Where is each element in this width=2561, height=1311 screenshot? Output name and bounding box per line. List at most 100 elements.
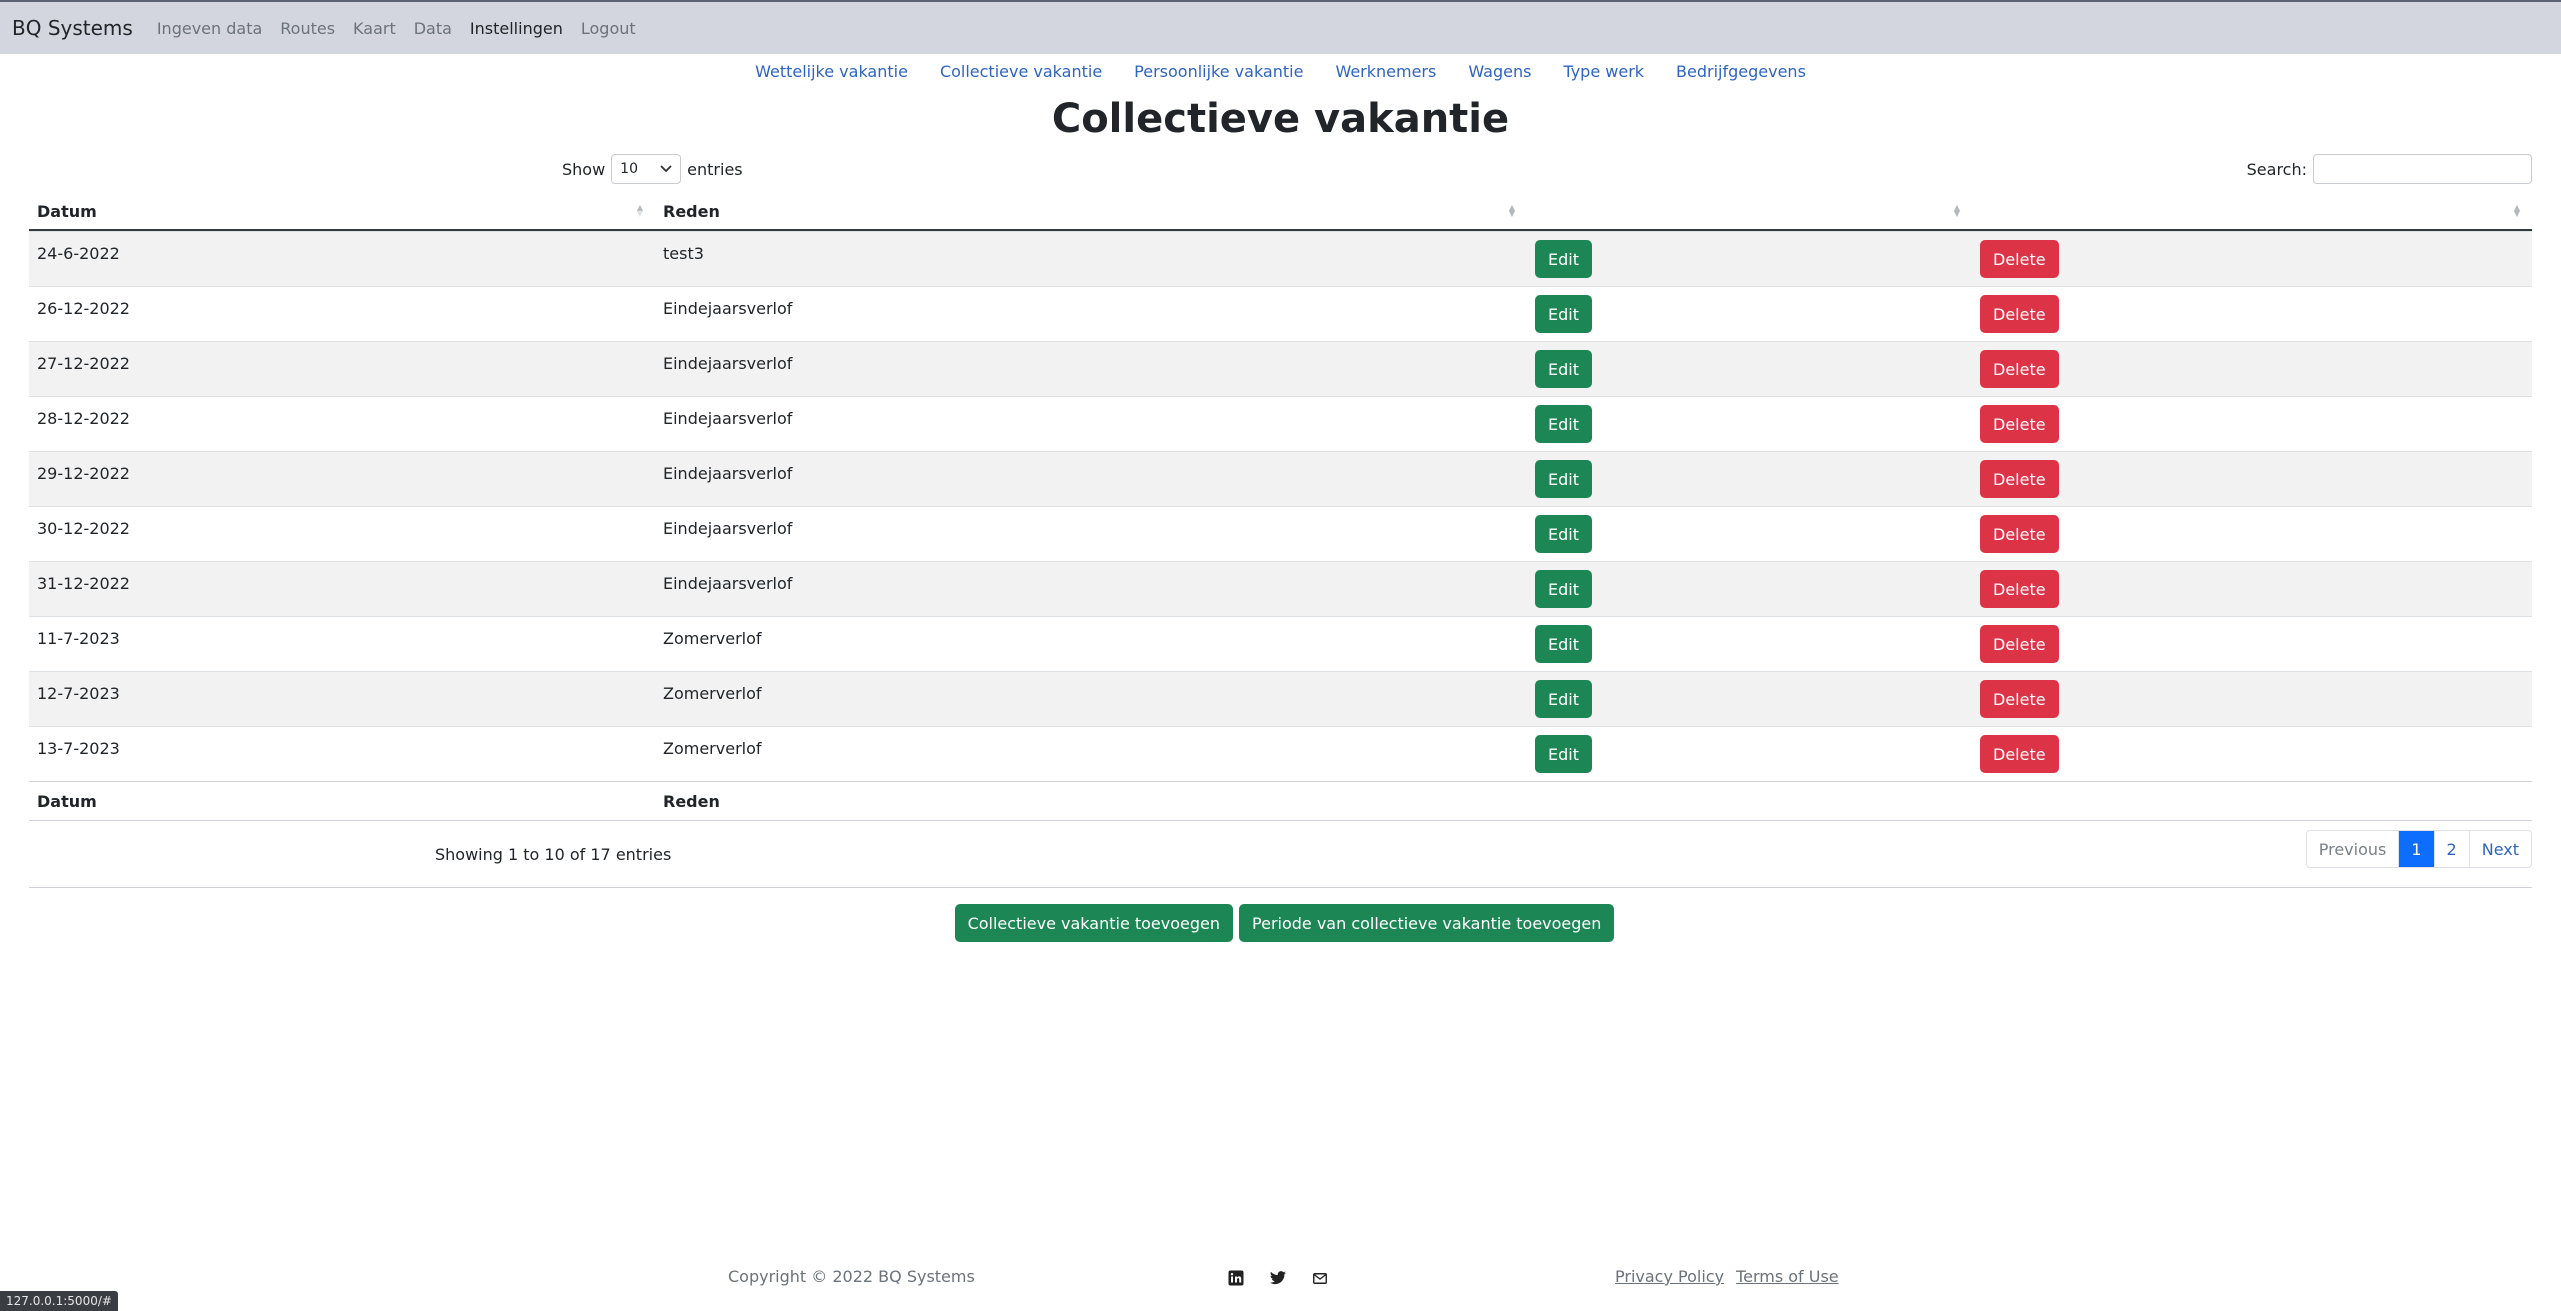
row-reason: Zomerverlof [663,739,762,758]
row-date: 29-12-2022 [37,464,130,483]
delete-button[interactable]: Delete [1980,405,2059,443]
nav-logout[interactable]: Logout [581,19,636,38]
edit-button[interactable]: Edit [1535,460,1592,498]
twitter-icon[interactable] [1270,1270,1286,1286]
edit-button[interactable]: Edit [1535,295,1592,333]
row-reason: Zomerverlof [663,684,762,703]
nav-ingeven-data[interactable]: Ingeven data [157,19,262,38]
delete-button[interactable]: Delete [1980,570,2059,608]
search-input[interactable] [2313,154,2532,184]
show-label: Show [562,159,606,179]
sort-icon: ▲ ▼ [1953,203,1960,218]
footer-reden: Reden [663,791,720,811]
header-reden[interactable]: Reden ▲ ▼ [655,202,1527,221]
edit-button[interactable]: Edit [1535,515,1592,553]
search-label: Search: [2246,159,2307,179]
delete-button[interactable]: Delete [1980,295,2059,333]
nav-instellingen[interactable]: Instellingen [470,19,563,38]
edit-button[interactable]: Edit [1535,240,1592,278]
row-reason: Eindejaarsverlof [663,574,793,593]
table-row: 29-12-2022 Eindejaarsverlof Edit Delete [29,451,2532,506]
add-collective-vacation-button[interactable]: Collectieve vakantie toevoegen [954,904,1234,942]
settings-subnav: Wettelijke vakantie Collectieve vakantie… [0,62,2561,86]
pagination-next[interactable]: Next [2468,831,2531,867]
row-reason: Eindejaarsverlof [663,299,793,318]
header-datum[interactable]: Datum ▲ ▼ [29,202,655,221]
sort-asc-icon: ▲ ▼ [636,203,643,218]
row-date: 24-6-2022 [37,244,120,263]
subnav-collectieve-vakantie[interactable]: Collectieve vakantie [940,62,1102,86]
brand-logo[interactable]: BQ Systems [12,16,133,40]
terms-of-use-link[interactable]: Terms of Use [1736,1267,1839,1286]
edit-button[interactable]: Edit [1535,735,1592,773]
subnav-bedrijfgegevens[interactable]: Bedrijfgegevens [1676,62,1806,86]
table-footer: Datum Reden [29,781,2532,821]
entries-select-value: 10 [620,161,638,177]
pagination-previous[interactable]: Previous [2307,831,2399,867]
delete-button[interactable]: Delete [1980,735,2059,773]
table-info: Showing 1 to 10 of 17 entries [435,845,672,864]
action-buttons: Collectieve vakantie toevoegen Periode v… [0,904,2561,942]
top-navbar: BQ Systems Ingeven data Routes Kaart Dat… [0,0,2561,54]
status-bar-url: 127.0.0.1:5000/# [0,1291,118,1311]
row-date: 28-12-2022 [37,409,130,428]
nav-routes[interactable]: Routes [280,19,335,38]
delete-button[interactable]: Delete [1980,515,2059,553]
table-row: 13-7-2023 Zomerverlof Edit Delete [29,726,2532,781]
row-date: 11-7-2023 [37,629,120,648]
mail-icon[interactable] [1312,1270,1328,1286]
edit-button[interactable]: Edit [1535,405,1592,443]
edit-button[interactable]: Edit [1535,570,1592,608]
entries-label: entries [687,159,743,179]
sort-icon: ▲ ▼ [1508,203,1515,218]
nav-kaart[interactable]: Kaart [353,19,396,38]
row-date: 30-12-2022 [37,519,130,538]
subnav-werknemers[interactable]: Werknemers [1335,62,1436,86]
add-collective-vacation-period-button[interactable]: Periode van collectieve vakantie toevoeg… [1239,904,1615,942]
row-reason: Eindejaarsverlof [663,409,793,428]
edit-button[interactable]: Edit [1535,680,1592,718]
entries-length-control: Show 10 entries [562,154,743,184]
row-reason: Eindejaarsverlof [663,464,793,483]
row-reason: Eindejaarsverlof [663,519,793,538]
pagination-page-1[interactable]: 1 [2398,831,2434,867]
table-row: 31-12-2022 Eindejaarsverlof Edit Delete [29,561,2532,616]
table-row: 27-12-2022 Eindejaarsverlof Edit Delete [29,341,2532,396]
row-date: 13-7-2023 [37,739,120,758]
pagination-page-2[interactable]: 2 [2433,831,2469,867]
header-datum-label: Datum [37,201,97,221]
footer-datum: Datum [37,791,97,811]
footer-copyright: Copyright © 2022 BQ Systems [728,1267,975,1286]
sort-icon: ▲ ▼ [2513,203,2520,218]
row-date: 27-12-2022 [37,354,130,373]
row-date: 26-12-2022 [37,299,130,318]
entries-select[interactable]: 10 [611,154,682,184]
page-title: Collectieve vakantie [1051,96,1510,142]
edit-button[interactable]: Edit [1535,625,1592,663]
table-header: Datum ▲ ▼ Reden ▲ ▼ ▲ ▼ ▲ ▼ [29,193,2532,231]
privacy-policy-link[interactable]: Privacy Policy [1615,1267,1724,1286]
delete-button[interactable]: Delete [1980,680,2059,718]
row-date: 12-7-2023 [37,684,120,703]
row-date: 31-12-2022 [37,574,130,593]
subnav-persoonlijke-vakantie[interactable]: Persoonlijke vakantie [1134,62,1303,86]
row-reason: test3 [663,244,704,263]
subnav-wagens[interactable]: Wagens [1468,62,1531,86]
search-control: Search: [2247,154,2532,184]
delete-button[interactable]: Delete [1980,240,2059,278]
header-reden-label: Reden [663,201,720,221]
edit-button[interactable]: Edit [1535,350,1592,388]
pagination: Previous 1 2 Next [2305,830,2532,868]
table-row: 12-7-2023 Zomerverlof Edit Delete [29,671,2532,726]
footer-social [1228,1270,1328,1286]
subnav-type-werk[interactable]: Type werk [1563,62,1644,86]
linkedin-icon[interactable] [1228,1270,1244,1286]
vacation-table: Datum ▲ ▼ Reden ▲ ▼ ▲ ▼ ▲ ▼ 24-6-2022 test3 … [29,193,2532,821]
nav-data[interactable]: Data [414,19,452,38]
delete-button[interactable]: Delete [1980,625,2059,663]
row-reason: Eindejaarsverlof [663,354,793,373]
subnav-wettelijke-vakantie[interactable]: Wettelijke vakantie [755,62,908,86]
delete-button[interactable]: Delete [1980,350,2059,388]
delete-button[interactable]: Delete [1980,460,2059,498]
chevron-down-icon [660,165,672,173]
